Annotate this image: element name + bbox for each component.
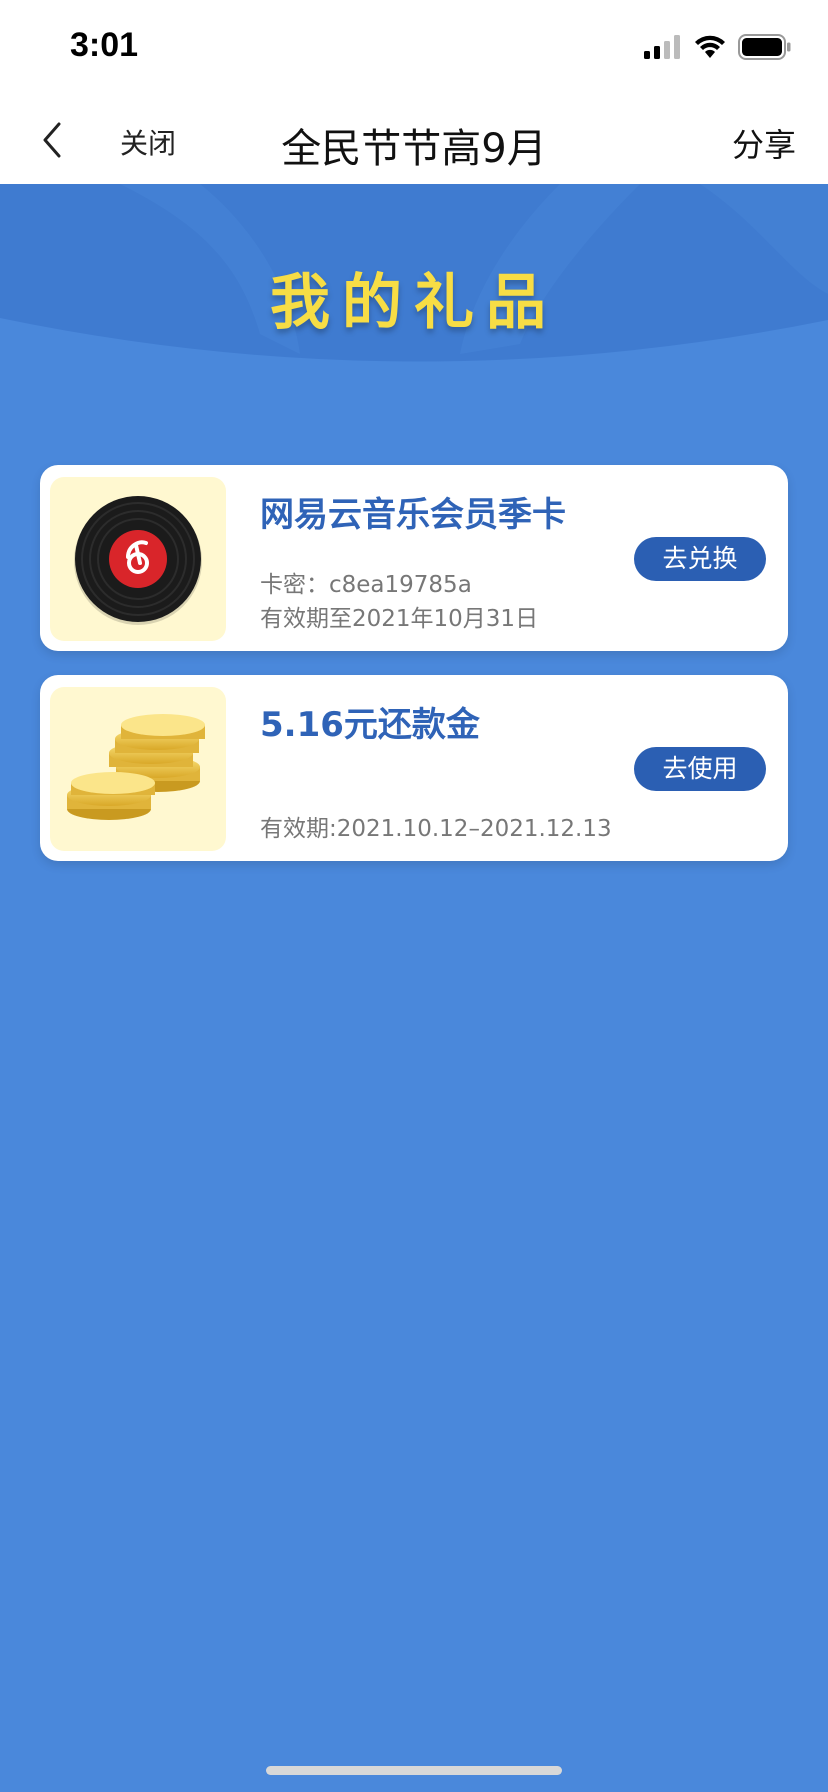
gold-coins-icon bbox=[67, 714, 205, 820]
nav-bar: 关闭 全民节节高9月 分享 bbox=[0, 96, 828, 184]
signal-icon bbox=[644, 35, 680, 59]
use-button[interactable]: 去使用 bbox=[634, 747, 766, 791]
gift-title: 5.16元还款金 bbox=[260, 705, 480, 745]
gift-thumb bbox=[50, 687, 226, 851]
status-icons bbox=[644, 34, 792, 60]
page-title: 全民节节高9月 bbox=[281, 126, 547, 172]
banner: 我的礼品 bbox=[0, 184, 828, 384]
gift-card-repayment: 5.16元还款金 有效期:2021.10.12–2021.12.13 去使用 bbox=[40, 675, 788, 861]
wifi-icon bbox=[695, 35, 725, 58]
gift-card-secret: 卡密：c8ea19785a bbox=[260, 572, 472, 598]
status-bar: 3:01 bbox=[0, 0, 828, 96]
gift-validity: 有效期至2021年10月31日 bbox=[260, 606, 539, 632]
gift-card-music: 网易云音乐会员季卡 卡密：c8ea19785a 有效期至2021年10月31日 … bbox=[40, 465, 788, 651]
banner-title: 我的礼品 bbox=[270, 268, 558, 338]
gift-validity: 有效期:2021.10.12–2021.12.13 bbox=[260, 816, 612, 842]
status-time: 3:01 bbox=[70, 26, 139, 64]
vinyl-record-icon bbox=[74, 496, 202, 625]
gift-title: 网易云音乐会员季卡 bbox=[260, 495, 566, 535]
gift-thumb bbox=[50, 477, 226, 641]
share-button[interactable]: 分享 bbox=[732, 120, 796, 166]
home-indicator[interactable] bbox=[266, 1766, 562, 1775]
redeem-button[interactable]: 去兑换 bbox=[634, 537, 766, 581]
battery-icon bbox=[738, 34, 791, 60]
